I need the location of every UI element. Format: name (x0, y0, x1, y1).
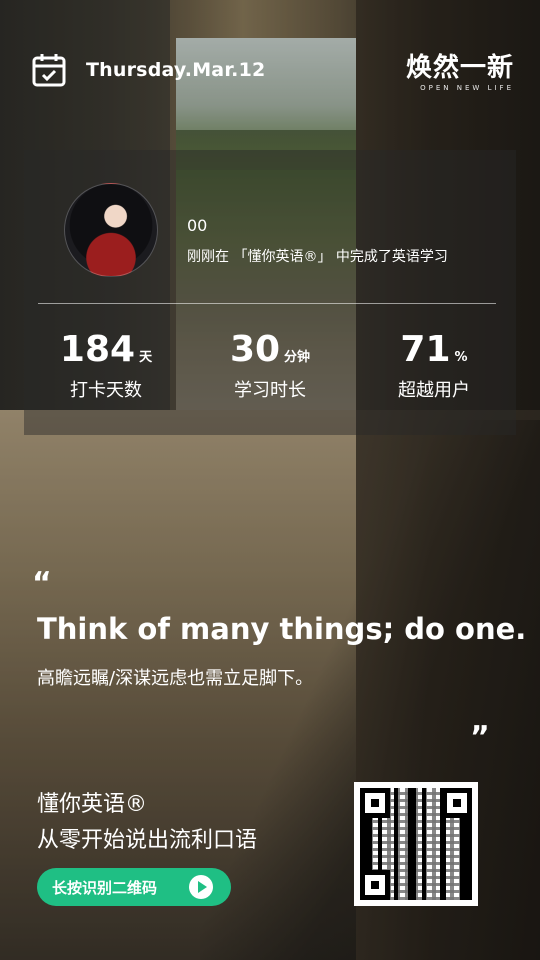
stat-label: 学习时长 (234, 380, 306, 401)
calendar-check-icon (32, 54, 66, 87)
stat-label: 超越用户 (398, 380, 470, 401)
study-summary-card: 00 刚刚在 「懂你英语®」 中完成了英语学习 184 天 打卡天数 30 分钟 学… (24, 150, 516, 435)
app-name: 懂你英语® (37, 792, 148, 817)
stat-unit: % (454, 350, 468, 365)
stat-value: 30 (229, 329, 281, 370)
quote-open-mark: “ (32, 566, 52, 601)
stat-unit: 天 (139, 350, 153, 365)
avatar (64, 183, 158, 277)
qr-finder-top-left (360, 788, 390, 818)
stats-row: 184 天 打卡天数 30 分钟 学习时长 71% 超越用户 (24, 330, 516, 402)
stat-value: 184 (59, 329, 136, 370)
qr-finder-top-right (442, 788, 472, 818)
activity-text: 刚刚在 「懂你英语®」 中完成了英语学习 (187, 249, 448, 265)
quote-english: Think of many things; do one. (37, 612, 527, 646)
username: 00 (187, 216, 208, 235)
scan-qr-label: 长按识别二维码 (52, 878, 158, 897)
qr-pattern (360, 788, 472, 900)
stat-label: 打卡天数 (70, 380, 142, 401)
brand-logo: 焕然一新 OPEN NEW LIFE (406, 54, 514, 92)
date-label: Thursday.Mar.12 (86, 59, 266, 81)
stat-study-time: 30 分钟 学习时长 (188, 330, 352, 402)
share-card-screen: Thursday.Mar.12 焕然一新 OPEN NEW LIFE 00 刚刚… (0, 0, 540, 960)
qr-code[interactable] (354, 782, 478, 906)
stat-surpass-users: 71% 超越用户 (352, 330, 516, 402)
brand-subtitle: OPEN NEW LIFE (420, 84, 514, 92)
qr-finder-bottom-left (360, 870, 390, 900)
app-tagline: 从零开始说出流利口语 (37, 828, 258, 853)
quote-chinese: 高瞻远瞩/深谋远虑也需立足脚下。 (37, 668, 314, 689)
stat-checkin-days: 184 天 打卡天数 (24, 330, 188, 402)
divider (38, 303, 496, 304)
brand-title: 焕然一新 (405, 53, 514, 83)
header: Thursday.Mar.12 (32, 50, 265, 90)
quote-close-mark: ” (470, 720, 490, 755)
play-icon (189, 875, 213, 899)
stat-unit: 分钟 (284, 350, 311, 365)
stat-value: 71 (400, 329, 451, 370)
scan-qr-button[interactable]: 长按识别二维码 (37, 868, 231, 906)
